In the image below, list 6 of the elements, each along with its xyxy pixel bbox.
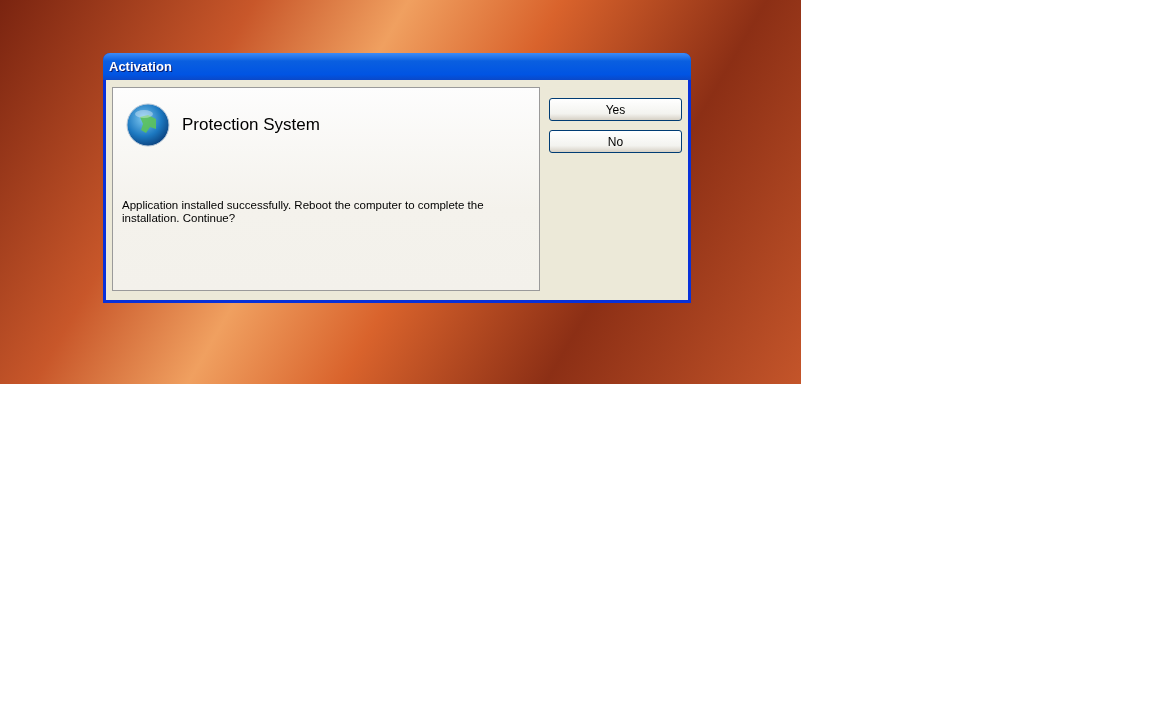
dialog-button[interactable]: No	[549, 130, 682, 153]
window-title: Activation	[108, 57, 172, 76]
globe-icon	[126, 103, 170, 147]
message-text: Application installed successfully. Reboot the computer to complete the installation. Continue?	[122, 199, 485, 225]
dialog-button[interactable]: Yes	[549, 98, 682, 121]
panel-heading: Protection System	[182, 114, 320, 137]
